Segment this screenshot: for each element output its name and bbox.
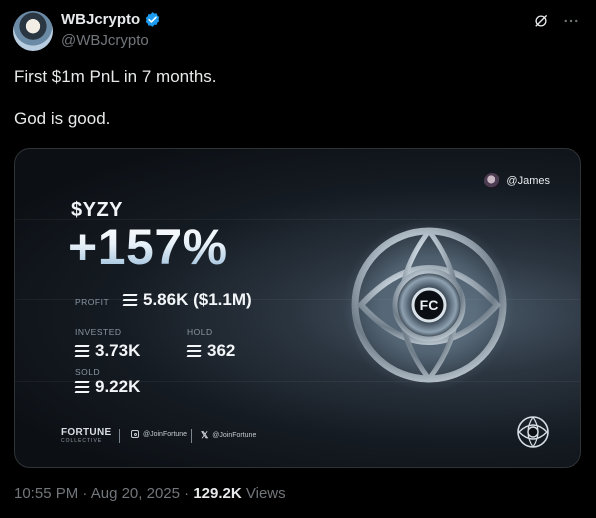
author-handle[interactable]: @WBJcrypto xyxy=(61,32,149,49)
meta-separator: · xyxy=(184,485,190,502)
tweet-actions-top xyxy=(532,12,580,30)
instagram-link: @JoinFortune xyxy=(131,430,187,438)
profit-value: 5.86K ($1.1M) xyxy=(122,290,252,310)
sold-value: 9.22K xyxy=(74,377,141,397)
hold-value: 362 xyxy=(186,341,236,361)
divider xyxy=(119,429,120,443)
author-display-name[interactable]: WBJcrypto xyxy=(61,11,140,28)
profit-label: PROFIT xyxy=(75,297,110,307)
x-handle: @JoinFortune xyxy=(212,432,257,439)
fortune-small-logo xyxy=(517,416,549,448)
svg-text:FC: FC xyxy=(420,297,439,313)
pnl-card-image[interactable]: @James $YZY +157% PROFIT 5.86K ($1.1M) I… xyxy=(14,148,581,468)
verified-badge-icon[interactable] xyxy=(144,11,161,28)
solana-icon xyxy=(74,345,90,357)
sold-label: SOLD xyxy=(75,367,101,377)
views-label: Views xyxy=(245,485,286,502)
grok-icon[interactable] xyxy=(532,12,550,30)
divider xyxy=(191,429,192,443)
invested-value-text: 3.73K xyxy=(95,341,141,360)
fortune-eye-logo: FC xyxy=(343,219,515,391)
profit-value-text: 5.86K ($1.1M) xyxy=(143,290,252,309)
invested-value: 3.73K xyxy=(74,341,141,361)
tweet-time[interactable]: 10:55 PM xyxy=(14,485,78,502)
solana-icon xyxy=(74,381,90,393)
views-count[interactable]: 129.2K xyxy=(193,485,241,502)
x-icon: 𝕏 xyxy=(201,430,209,440)
tweet-meta: 10:55 PM · Aug 20, 2025 · 129.2K Views xyxy=(14,485,286,502)
tweet-text: First $1m PnL in 7 months. God is good. xyxy=(14,67,217,128)
solana-icon xyxy=(122,294,138,306)
hold-label: HOLD xyxy=(187,327,213,337)
instagram-handle: @JoinFortune xyxy=(143,430,188,438)
sold-value-text: 9.22K xyxy=(95,377,141,396)
card-user-avatar xyxy=(484,173,501,189)
brand-name: FORTUNE xyxy=(61,427,112,438)
instagram-icon xyxy=(131,430,139,438)
x-link: 𝕏 @JoinFortune xyxy=(201,430,256,441)
card-user-tag: @James xyxy=(484,173,550,189)
author-name-row: WBJcrypto xyxy=(61,11,161,28)
pnl-percentage: +157% xyxy=(68,219,228,275)
author-avatar[interactable] xyxy=(13,11,53,51)
brand-subtitle: COLLECTIVE xyxy=(61,438,103,444)
fortune-collective-brand: FORTUNE COLLECTIVE xyxy=(61,427,111,444)
solana-icon xyxy=(186,345,202,357)
meta-separator: · xyxy=(82,485,88,502)
card-user-handle: @James xyxy=(506,175,550,187)
hold-value-text: 362 xyxy=(207,341,236,360)
invested-label: INVESTED xyxy=(75,327,122,337)
tweet-date[interactable]: Aug 20, 2025 xyxy=(91,485,180,502)
more-icon[interactable] xyxy=(562,12,580,30)
